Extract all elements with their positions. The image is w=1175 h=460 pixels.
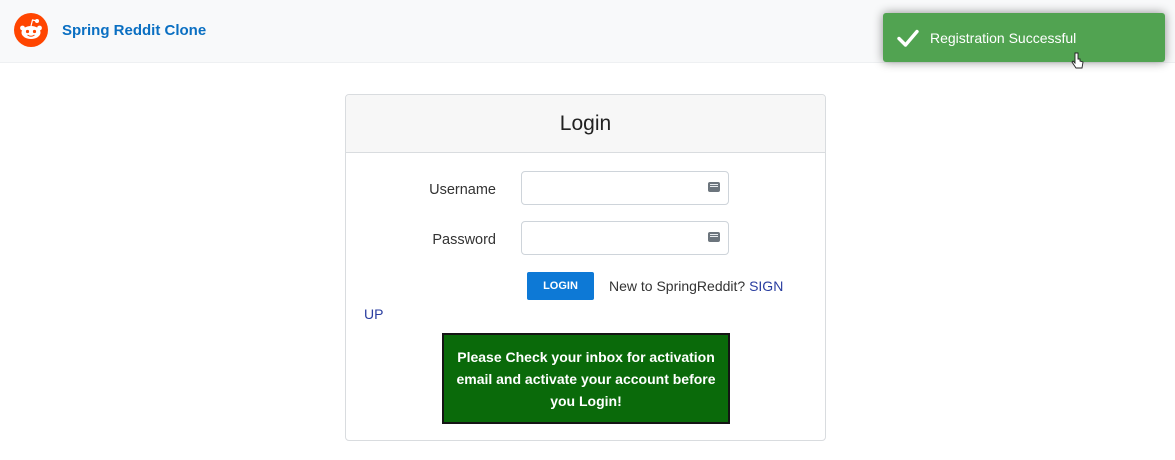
login-card: Login Username Password LOGIN New to Spr… — [345, 94, 826, 441]
page-title: Login — [559, 111, 612, 135]
brand-name[interactable]: Spring Reddit Clone — [62, 22, 206, 39]
username-label: Username — [429, 182, 496, 198]
registration-toast[interactable]: Registration Successful — [883, 13, 1165, 62]
keyboard-icon[interactable] — [708, 182, 720, 192]
activation-message: Please Check your inbox for activation e… — [456, 348, 716, 409]
signup-link[interactable]: SIGN — [749, 278, 783, 294]
brand-link[interactable]: Spring Reddit Clone — [14, 13, 206, 47]
login-button[interactable]: LOGIN — [527, 272, 594, 300]
password-field[interactable] — [521, 221, 729, 255]
signup-prompt: New to SpringReddit? — [609, 278, 746, 294]
password-input[interactable] — [528, 222, 702, 254]
reddit-logo-icon — [14, 13, 48, 47]
mouse-cursor-icon — [1071, 52, 1084, 69]
username-field[interactable] — [521, 171, 729, 205]
toast-message: Registration Successful — [930, 29, 1077, 46]
checkmark-icon — [897, 29, 919, 47]
password-label: Password — [432, 232, 496, 248]
keyboard-icon[interactable] — [708, 232, 720, 242]
activation-alert: Please Check your inbox for activation e… — [442, 333, 730, 424]
card-header: Login — [346, 95, 825, 153]
signup-link-continued[interactable]: UP — [364, 306, 383, 322]
signup-prompt-line: New to SpringReddit? SIGN — [609, 278, 783, 294]
username-input[interactable] — [528, 172, 702, 204]
